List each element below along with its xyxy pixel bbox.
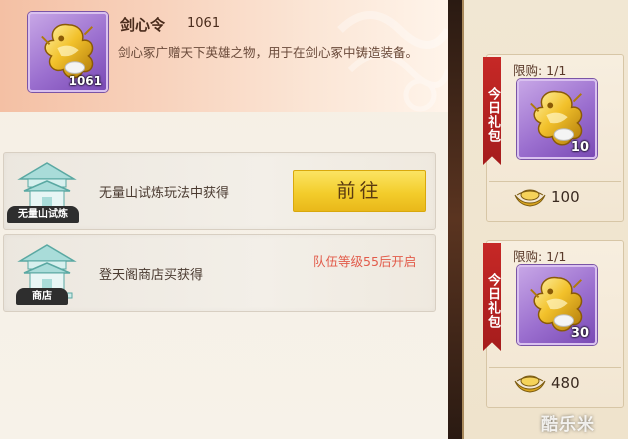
gift-item-count: 30 <box>570 326 589 341</box>
gold-ingot-icon <box>513 187 547 207</box>
item-owned-count: 1061 <box>187 16 221 31</box>
source-row-trial: 无量山试炼 无量山试炼玩法中获得 前往 <box>3 152 436 230</box>
gift-item-count: 10 <box>570 140 589 155</box>
gift-card[interactable]: 今日礼包 限购: 1/1 10 100 <box>483 54 624 222</box>
daily-gift-panel: 今日礼包 限购: 1/1 10 100 今日礼包 限购: 1/1 30 480 <box>462 0 628 439</box>
gold-ingot-icon <box>513 373 547 393</box>
item-description: 剑心冢广赠天下英雄之物，用于在剑心冢中铸造装备。 <box>118 45 419 60</box>
item-icon: 1061 <box>28 12 108 92</box>
gift-item-icon: 30 <box>517 265 597 345</box>
source-row-shop: 商店 登天阁商店买获得 队伍等级55后开启 <box>3 234 436 312</box>
source-tag: 无量山试炼 <box>7 206 79 223</box>
item-icon-count: 1061 <box>68 74 102 88</box>
price-button[interactable]: 100 <box>489 181 621 211</box>
daily-gift-ribbon: 今日礼包 <box>483 57 501 165</box>
gift-item-icon: 10 <box>517 79 597 159</box>
price-value: 100 <box>551 188 580 206</box>
daily-gift-ribbon: 今日礼包 <box>483 243 501 351</box>
item-detail-panel: 1061 剑心令 1061 剑心冢广赠天下英雄之物，用于在剑心冢中铸造装备。 无… <box>0 0 448 439</box>
price-button[interactable]: 480 <box>489 367 621 397</box>
item-name: 剑心令 <box>120 16 166 34</box>
locked-note: 队伍等级55后开启 <box>313 254 417 269</box>
panel-divider <box>448 0 462 439</box>
purchase-limit: 限购: 1/1 <box>513 63 567 78</box>
price-value: 480 <box>551 374 580 392</box>
source-tag: 商店 <box>16 288 68 305</box>
source-text: 无量山试炼玩法中获得 <box>99 186 230 201</box>
watermark: 酷乐米 <box>541 415 595 435</box>
goto-button[interactable]: 前往 <box>293 170 426 212</box>
gift-card[interactable]: 今日礼包 限购: 1/1 30 480 <box>483 240 624 408</box>
source-text: 登天阁商店买获得 <box>99 268 204 283</box>
purchase-limit: 限购: 1/1 <box>513 249 567 264</box>
